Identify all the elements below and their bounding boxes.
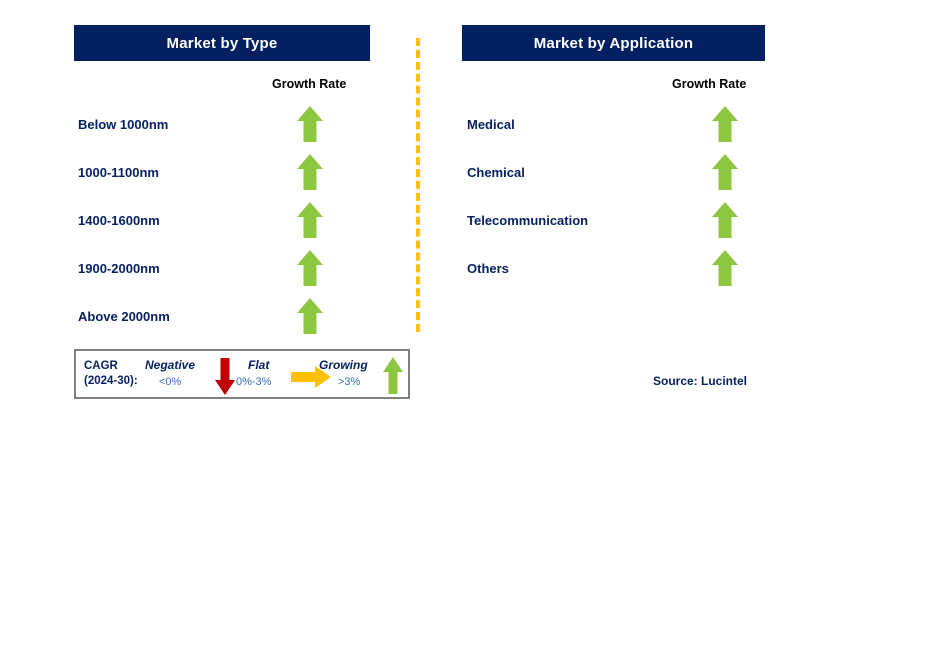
arrow-up-green-icon bbox=[711, 201, 739, 239]
legend-cagr-line2: (2024-30): bbox=[84, 375, 138, 387]
segment-label-application-3: Others bbox=[467, 261, 509, 276]
segment-label-type-4: Above 2000nm bbox=[78, 309, 170, 324]
growth-rate-header-application: Growth Rate bbox=[672, 77, 747, 91]
segment-label-application-1: Chemical bbox=[467, 165, 525, 180]
segment-label-type-2: 1400-1600nm bbox=[78, 213, 160, 228]
segment-label-type-0: Below 1000nm bbox=[78, 117, 169, 132]
arrow-up-green-icon bbox=[296, 297, 324, 335]
segment-label-application-0: Medical bbox=[467, 117, 515, 132]
growth-rate-header-type: Growth Rate bbox=[272, 77, 347, 91]
arrow-up-green-icon bbox=[382, 356, 404, 396]
arrow-up-green-icon bbox=[711, 249, 739, 287]
panel-header-market-by-type: Market by Type bbox=[74, 25, 370, 61]
panel-title-type: Market by Type bbox=[166, 34, 278, 52]
legend-growing-value: >3% bbox=[338, 376, 361, 388]
arrow-up-green-icon bbox=[711, 153, 739, 191]
segment-label-type-3: 1900-2000nm bbox=[78, 261, 160, 276]
arrow-up-green-icon bbox=[711, 105, 739, 143]
segment-label-type-1: 1000-1100nm bbox=[78, 165, 159, 180]
legend-cagr-line1: CAGR bbox=[84, 360, 118, 372]
infographic-canvas: Market by Type Growth Rate Below 1000nm … bbox=[0, 0, 945, 653]
arrow-up-green-icon bbox=[296, 153, 324, 191]
arrow-up-green-icon bbox=[296, 249, 324, 287]
source-note: Source: Lucintel bbox=[653, 374, 748, 388]
legend-growing-title: Growing bbox=[319, 358, 368, 372]
panel-header-market-by-application: Market by Application bbox=[462, 25, 765, 61]
legend-negative-title: Negative bbox=[145, 358, 196, 372]
cagr-legend: CAGR (2024-30): Negative <0% Flat 0%-3% … bbox=[74, 349, 410, 399]
arrow-up-green-icon bbox=[296, 105, 324, 143]
arrow-down-red-icon bbox=[214, 356, 236, 396]
segment-label-application-2: Telecommunication bbox=[467, 213, 589, 228]
legend-flat-value: 0%-3% bbox=[236, 376, 272, 388]
legend-negative-value: <0% bbox=[159, 376, 182, 388]
panel-divider-dashed bbox=[416, 38, 420, 332]
panel-title-application: Market by Application bbox=[533, 34, 694, 52]
legend-flat-title: Flat bbox=[248, 358, 270, 372]
arrow-up-green-icon bbox=[296, 201, 324, 239]
legend-cagr-label: CAGR (2024-30): bbox=[84, 359, 138, 389]
